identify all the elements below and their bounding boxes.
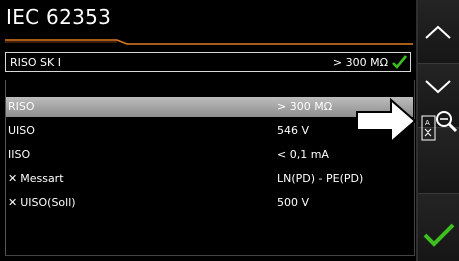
item-label: UISO(Soll) — [20, 196, 76, 209]
list-item-uiso-soll[interactable]: ✕ UISO(Soll) 500 V — [6, 193, 413, 213]
confirm-button[interactable] — [418, 194, 459, 261]
item-value: > 300 MΩ — [277, 100, 333, 113]
list-item-messart[interactable]: ✕ Messart LN(PD) - PE(PD) — [6, 169, 413, 189]
scroll-up-button[interactable] — [418, 0, 459, 64]
check-icon — [423, 223, 455, 247]
wrench-icon: ✕ — [8, 172, 18, 185]
chevron-down-icon — [425, 80, 451, 94]
page-title: IEC 62353 — [6, 5, 112, 29]
item-label: Messart — [20, 172, 64, 185]
softkey-bar: A — [416, 0, 459, 261]
wrench-icon: ✕ — [8, 196, 18, 209]
item-label: IISO — [8, 148, 31, 161]
zoom-letter-small: A — [425, 119, 430, 127]
check-icon — [392, 55, 408, 69]
zoom-magnifier-icon: A — [421, 111, 458, 141]
pointer-arrow-icon — [356, 97, 417, 145]
item-label: UISO — [8, 124, 35, 137]
item-value: < 0,1 mA — [277, 148, 329, 161]
list-item-uiso[interactable]: UISO 546 V — [6, 121, 413, 141]
item-value: LN(PD) - PE(PD) — [277, 172, 364, 185]
list-item-riso[interactable]: RISO > 300 MΩ — [6, 97, 413, 117]
list-item-iiso[interactable]: IISO < 0,1 mA — [6, 145, 413, 165]
main-panel: IEC 62353 RISO SK I > 300 MΩ RISO > 300 … — [0, 0, 417, 261]
zoom-button[interactable]: A — [418, 111, 459, 194]
chevron-up-icon — [425, 25, 451, 39]
summary-label: RISO SK I — [10, 56, 61, 69]
summary-value: > 300 MΩ — [332, 56, 388, 69]
item-label: RISO — [8, 100, 35, 113]
item-value: 500 V — [277, 196, 310, 209]
item-value: 546 V — [277, 124, 310, 137]
summary-result: RISO SK I > 300 MΩ — [5, 52, 411, 72]
title-underline — [5, 39, 413, 45]
